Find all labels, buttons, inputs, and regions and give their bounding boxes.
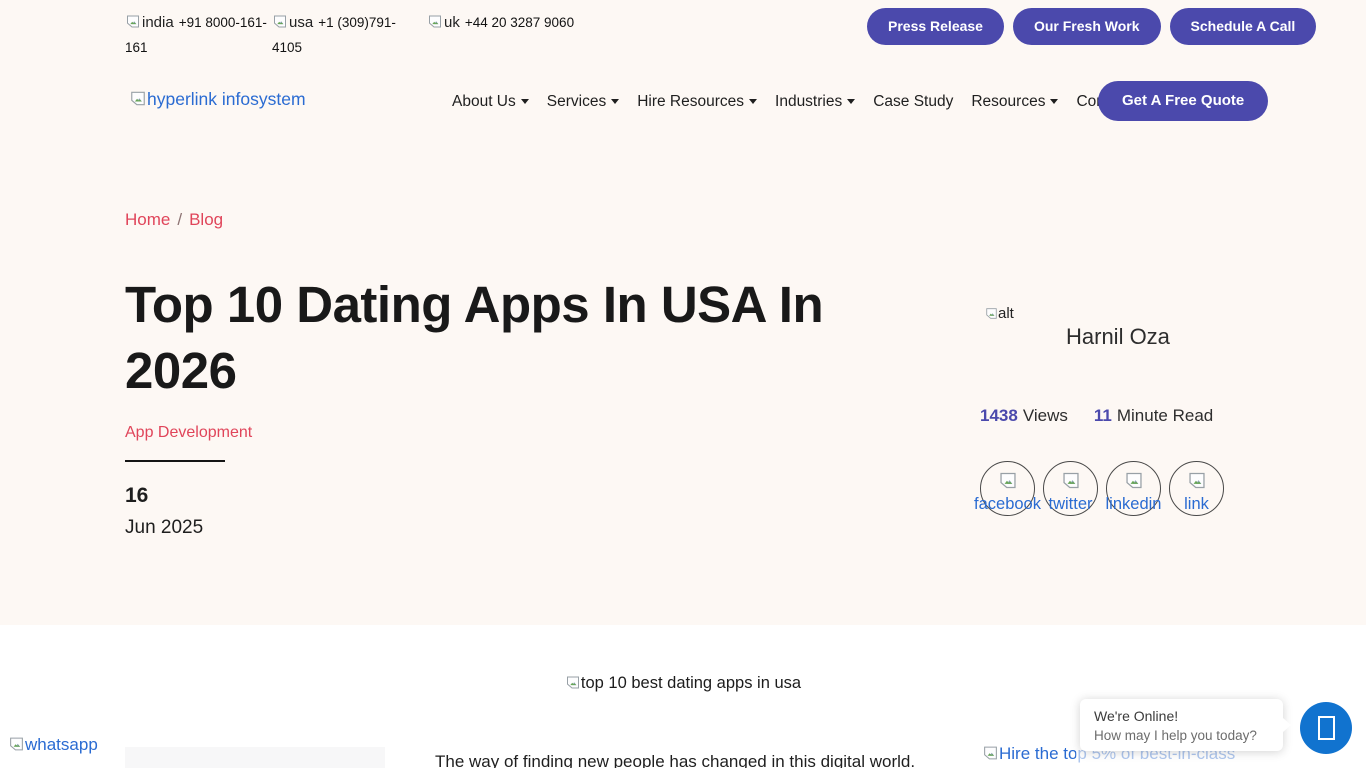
nav-label: About Us (452, 93, 516, 110)
avatar-broken-image-icon (985, 307, 998, 320)
whatsapp-alt-text: whatsapp (25, 735, 98, 754)
facebook-share-button[interactable]: facebook (980, 461, 1035, 516)
hero-broken-image-icon (565, 675, 581, 690)
hero-image-alt-text: top 10 best dating apps in usa (581, 674, 801, 692)
facebook-alt-text: facebook (974, 495, 1041, 514)
logo-alt-text: hyperlink infosystem (147, 89, 306, 109)
chat-status-tooltip: We're Online! How may I help you today? (1080, 699, 1283, 751)
read-time-stat: 11 Minute Read (1094, 406, 1213, 426)
phone-link-uk[interactable]: uk +44 20 3287 9060 (427, 10, 647, 35)
phone-number-uk: +44 20 3287 9060 (465, 15, 574, 30)
chevron-down-icon (749, 99, 757, 104)
chat-online-status: We're Online! (1094, 707, 1269, 726)
social-share-row: facebook twitter linkedin link (980, 461, 1224, 516)
title-divider (125, 460, 225, 462)
breadcrumb-blog-link[interactable]: Blog (189, 210, 223, 229)
chevron-down-icon (611, 99, 619, 104)
linkedin-alt-text: linkedin (1106, 495, 1162, 514)
usa-flag-alt-text: usa (289, 14, 313, 31)
hero-image-placeholder: top 10 best dating apps in usa (0, 674, 1366, 693)
article-body-paragraph: The way of finding new people has change… (435, 749, 940, 768)
views-label: Views (1023, 406, 1068, 425)
chevron-down-icon (847, 99, 855, 104)
chat-greeting: How may I help you today? (1094, 726, 1269, 745)
uk-flag-broken-image-icon (427, 14, 443, 29)
nav-item-case-study[interactable]: Case Study (873, 93, 953, 111)
twitter-alt-text: twitter (1048, 495, 1092, 514)
chat-missing-glyph-icon (1318, 716, 1335, 740)
link-alt-text: link (1184, 495, 1209, 514)
breadcrumb-separator: / (177, 210, 182, 229)
nav-label: Case Study (873, 93, 953, 110)
main-navigation: About Us Services Hire Resources Industr… (452, 93, 1153, 111)
avatar-alt-text: alt (998, 305, 1014, 322)
copy-link-share-button[interactable]: link (1169, 461, 1224, 516)
linkedin-broken-image-icon (1124, 471, 1144, 490)
breadcrumb: Home / Blog (125, 210, 223, 230)
phone-link-usa[interactable]: usa+1 (309)791-4105 (272, 10, 408, 60)
author-name: Harnil Oza (1066, 324, 1170, 350)
our-fresh-work-button[interactable]: Our Fresh Work (1013, 8, 1161, 45)
publish-date-month-year: Jun 2025 (125, 517, 203, 539)
nav-item-hire-resources[interactable]: Hire Resources (637, 93, 757, 111)
page-title: Top 10 Dating Apps In USA In 2026 (125, 272, 870, 404)
nav-item-industries[interactable]: Industries (775, 93, 855, 111)
tooltip-arrow (1283, 718, 1291, 732)
facebook-broken-image-icon (998, 471, 1018, 490)
breadcrumb-home-link[interactable]: Home (125, 210, 170, 229)
logo-broken-image-icon (129, 90, 147, 107)
nav-item-about-us[interactable]: About Us (452, 93, 529, 111)
chat-launcher-button[interactable] (1300, 702, 1352, 754)
article-stats: 1438 Views 11 Minute Read (980, 406, 1213, 426)
logo-link[interactable]: hyperlink infosystem (129, 89, 306, 110)
nav-item-services[interactable]: Services (547, 93, 619, 111)
author-avatar: alt (985, 305, 1014, 322)
uk-flag-alt-text: uk (444, 14, 460, 31)
link-broken-image-icon (1187, 471, 1207, 490)
nav-label: Industries (775, 93, 842, 110)
table-of-contents-box (125, 747, 385, 768)
publish-date-day: 16 (125, 484, 148, 508)
nav-label: Resources (971, 93, 1045, 110)
india-flag-alt-text: india (142, 14, 174, 31)
phone-link-india[interactable]: india+91 8000-161-161 (125, 10, 273, 60)
category-link-app-development[interactable]: App Development (125, 424, 252, 442)
read-time-label: Minute Read (1117, 406, 1213, 425)
schedule-a-call-button[interactable]: Schedule A Call (1170, 8, 1317, 45)
views-stat: 1438 Views (980, 406, 1068, 426)
twitter-broken-image-icon (1061, 471, 1081, 490)
read-time-count: 11 (1094, 406, 1112, 425)
linkedin-share-button[interactable]: linkedin (1106, 461, 1161, 516)
chevron-down-icon (1050, 99, 1058, 104)
whatsapp-button[interactable]: whatsapp (8, 735, 98, 755)
topbar-buttons: Press Release Our Fresh Work Schedule A … (867, 8, 1316, 45)
nav-label: Services (547, 93, 606, 110)
chevron-down-icon (521, 99, 529, 104)
press-release-button[interactable]: Press Release (867, 8, 1004, 45)
twitter-share-button[interactable]: twitter (1043, 461, 1098, 516)
hire-banner-broken-image-icon (982, 745, 999, 761)
get-a-free-quote-button[interactable]: Get A Free Quote (1098, 81, 1268, 121)
views-count: 1438 (980, 406, 1018, 425)
india-flag-broken-image-icon (125, 14, 141, 29)
nav-item-resources[interactable]: Resources (971, 93, 1058, 111)
nav-label: Hire Resources (637, 93, 744, 110)
usa-flag-broken-image-icon (272, 14, 288, 29)
page: india+91 8000-161-161 usa+1 (309)791-410… (0, 0, 1366, 768)
whatsapp-broken-image-icon (8, 736, 25, 752)
